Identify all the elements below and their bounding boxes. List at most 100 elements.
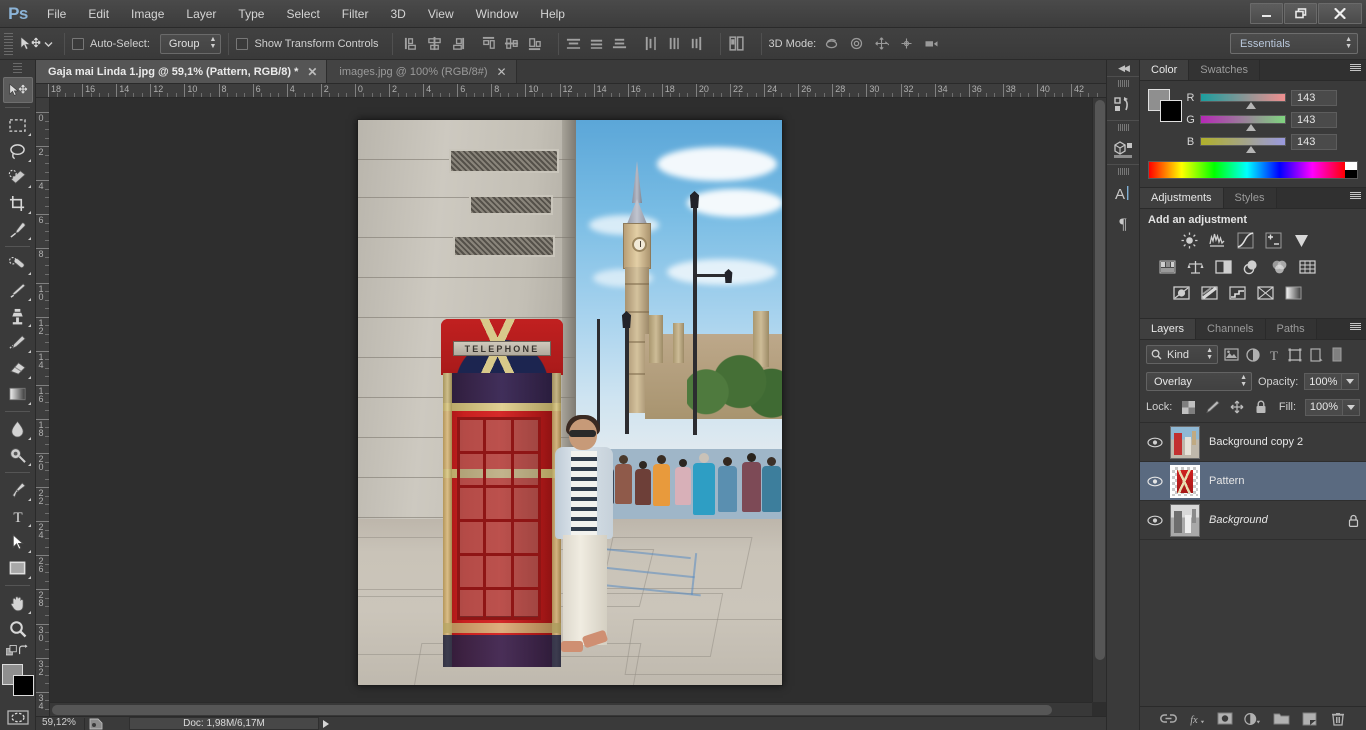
pen-tool[interactable] [3, 477, 33, 503]
adjustments-panel-menu-icon[interactable] [1350, 192, 1361, 199]
menu-3d[interactable]: 3D [379, 3, 416, 25]
document-info[interactable]: Doc: 1,98M/6,17M [129, 717, 319, 730]
eraser-tool[interactable] [3, 355, 33, 381]
channel-slider-g[interactable] [1200, 115, 1286, 131]
filter-toggle-icon[interactable] [1329, 347, 1344, 362]
mini-bridge-icon[interactable] [1107, 134, 1139, 164]
toolbox-grip[interactable] [13, 63, 22, 75]
show-transform-controls-checkbox[interactable] [236, 37, 249, 50]
rail-grip[interactable] [1117, 168, 1129, 175]
marquee-tool[interactable] [3, 112, 33, 138]
layer-visibility-toggle[interactable] [1140, 437, 1170, 448]
gradient-tool[interactable] [3, 381, 33, 407]
new-group-icon[interactable] [1273, 710, 1290, 727]
invert-icon[interactable] [1172, 284, 1191, 301]
align-bottom-edges-icon[interactable] [527, 36, 542, 51]
hue-saturation-icon[interactable] [1158, 258, 1177, 275]
delete-layer-icon[interactable] [1329, 710, 1346, 727]
black-white-icon[interactable] [1214, 258, 1233, 275]
minimize-button[interactable] [1250, 3, 1283, 24]
character-icon[interactable]: A [1107, 178, 1139, 208]
history-brush-tool[interactable] [3, 329, 33, 355]
curves-icon[interactable] [1236, 232, 1255, 249]
paragraph-icon[interactable]: ¶ [1107, 208, 1139, 238]
lock-position-icon[interactable] [1229, 400, 1244, 415]
clone-stamp-tool[interactable] [3, 303, 33, 329]
adjustment-filter-icon[interactable] [1245, 347, 1260, 362]
type-filter-icon[interactable]: T [1266, 347, 1281, 362]
distribute-right-edges-icon[interactable] [689, 36, 704, 51]
tab-paths[interactable]: Paths [1265, 319, 1317, 339]
channel-value-g[interactable]: 143 [1291, 111, 1337, 128]
restore-button[interactable] [1284, 3, 1317, 24]
levels-icon[interactable] [1208, 232, 1227, 249]
type-tool[interactable]: T [3, 503, 33, 529]
layer-mask-icon[interactable] [1216, 710, 1233, 727]
dodge-tool[interactable] [3, 442, 33, 468]
document-thumbnail-icon[interactable] [89, 718, 103, 730]
fill-value[interactable]: 100% [1305, 398, 1343, 416]
selective-color-icon[interactable] [1256, 284, 1275, 301]
move-tool[interactable] [2, 77, 33, 103]
3d-pan-icon[interactable] [874, 36, 890, 51]
layer-row-pattern[interactable]: Pattern [1140, 462, 1366, 501]
lock-transparency-icon[interactable] [1181, 400, 1196, 415]
exposure-icon[interactable] [1264, 232, 1283, 249]
align-vertical-centers-icon[interactable] [504, 36, 519, 51]
gradient-map-icon[interactable] [1284, 284, 1303, 301]
background-color-swatch[interactable] [1160, 100, 1182, 122]
align-horizontal-centers-icon[interactable] [427, 36, 442, 51]
canvas-vertical-scrollbar[interactable] [1092, 98, 1106, 702]
zoom-tool[interactable] [3, 616, 33, 642]
align-left-edges-icon[interactable] [404, 36, 419, 51]
tab-swatches[interactable]: Swatches [1189, 60, 1260, 80]
new-layer-icon[interactable] [1301, 710, 1318, 727]
menu-layer[interactable]: Layer [175, 3, 227, 25]
auto-select-checkbox[interactable] [72, 37, 84, 50]
channel-slider-b[interactable] [1200, 137, 1286, 153]
close-button[interactable] [1318, 3, 1362, 24]
lock-all-icon[interactable] [1253, 400, 1268, 415]
3d-scale-camera-icon[interactable] [924, 36, 939, 51]
rectangle-tool[interactable] [3, 555, 33, 581]
menu-filter[interactable]: Filter [331, 3, 380, 25]
options-bar-grip[interactable] [4, 32, 13, 55]
distribute-vertical-centers-icon[interactable] [589, 36, 604, 51]
channel-value-b[interactable]: 143 [1291, 133, 1337, 150]
layer-visibility-toggle[interactable] [1140, 476, 1170, 487]
new-fill-adjustment-icon[interactable] [1244, 710, 1261, 727]
layer-visibility-toggle[interactable] [1140, 515, 1170, 526]
align-right-edges-icon[interactable] [450, 36, 465, 51]
shape-filter-icon[interactable] [1287, 347, 1302, 362]
menu-file[interactable]: File [36, 3, 77, 25]
document-tab-2[interactable]: images.jpg @ 100% (RGB/8#) ✕ [327, 60, 517, 83]
quick-selection-tool[interactable] [3, 164, 33, 190]
close-icon[interactable]: ✕ [497, 66, 507, 78]
quick-mask-toggle[interactable] [3, 704, 33, 730]
blur-tool[interactable] [3, 416, 33, 442]
default-colors-icon[interactable] [6, 644, 18, 658]
lasso-tool[interactable] [3, 138, 33, 164]
horizontal-ruler[interactable]: 18 16 14 12 10 8 6 4 2 0 2 4 6 8 10 12 14 16 18 20 22 24 26 28 3… [36, 84, 1106, 98]
canvas-area[interactable]: TELEPHONE [50, 98, 1106, 716]
align-top-edges-icon[interactable] [481, 36, 496, 51]
crop-tool[interactable] [3, 190, 33, 216]
brush-tool[interactable] [3, 277, 33, 303]
status-expand-icon[interactable] [323, 719, 329, 728]
color-lookup-icon[interactable] [1298, 258, 1317, 275]
layer-style-icon[interactable]: fx [1188, 710, 1205, 727]
layers-panel-menu-icon[interactable] [1350, 323, 1361, 330]
layer-thumbnail[interactable] [1170, 503, 1200, 537]
opacity-dropdown-icon[interactable] [1342, 373, 1360, 390]
menu-type[interactable]: Type [227, 3, 275, 25]
menu-edit[interactable]: Edit [77, 3, 120, 25]
scrollbar-thumb[interactable] [1095, 100, 1105, 660]
collapse-panels-icon[interactable]: ◀◀ [1107, 60, 1139, 76]
opacity-value[interactable]: 100% [1304, 373, 1343, 390]
distribute-horizontal-centers-icon[interactable] [666, 36, 681, 51]
auto-select-scope-select[interactable]: Group ▲ ▼ [159, 33, 222, 54]
distribute-bottom-edges-icon[interactable] [612, 36, 627, 51]
scrollbar-thumb[interactable] [52, 705, 1052, 715]
3d-rotate-icon[interactable] [824, 36, 839, 51]
layer-row-background[interactable]: Background [1140, 501, 1366, 540]
